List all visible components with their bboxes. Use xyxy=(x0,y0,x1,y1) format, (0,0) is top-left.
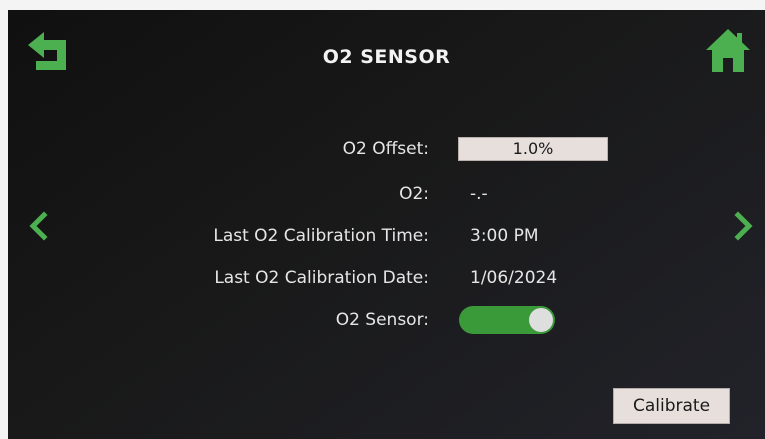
previous-page-button[interactable] xyxy=(26,210,52,242)
home-icon xyxy=(706,29,750,72)
last-calibration-time-value: 3:00 PM xyxy=(470,226,539,246)
o2-offset-field[interactable]: 1.0% xyxy=(458,137,608,161)
o2-value: -.- xyxy=(470,184,488,204)
next-page-button[interactable] xyxy=(730,210,756,242)
page-title: O2 SENSOR xyxy=(322,46,451,68)
toggle-knob xyxy=(529,308,553,332)
chevron-right-icon xyxy=(734,211,753,241)
o2-sensor-label: O2 Sensor: xyxy=(335,310,429,330)
home-button[interactable] xyxy=(704,26,752,74)
o2-sensor-screen: O2 SENSOR O2 Offset: 1.0% O2: -.- Last O… xyxy=(8,10,765,439)
chevron-left-icon xyxy=(29,211,48,241)
last-calibration-time-label: Last O2 Calibration Time: xyxy=(213,226,429,246)
calibrate-button[interactable]: Calibrate xyxy=(613,388,730,424)
last-calibration-date-label: Last O2 Calibration Date: xyxy=(214,268,429,288)
o2-label: O2: xyxy=(399,184,429,204)
o2-offset-label: O2 Offset: xyxy=(342,139,429,159)
o2-sensor-toggle[interactable] xyxy=(459,306,555,334)
last-calibration-date-value: 1/06/2024 xyxy=(470,268,558,288)
